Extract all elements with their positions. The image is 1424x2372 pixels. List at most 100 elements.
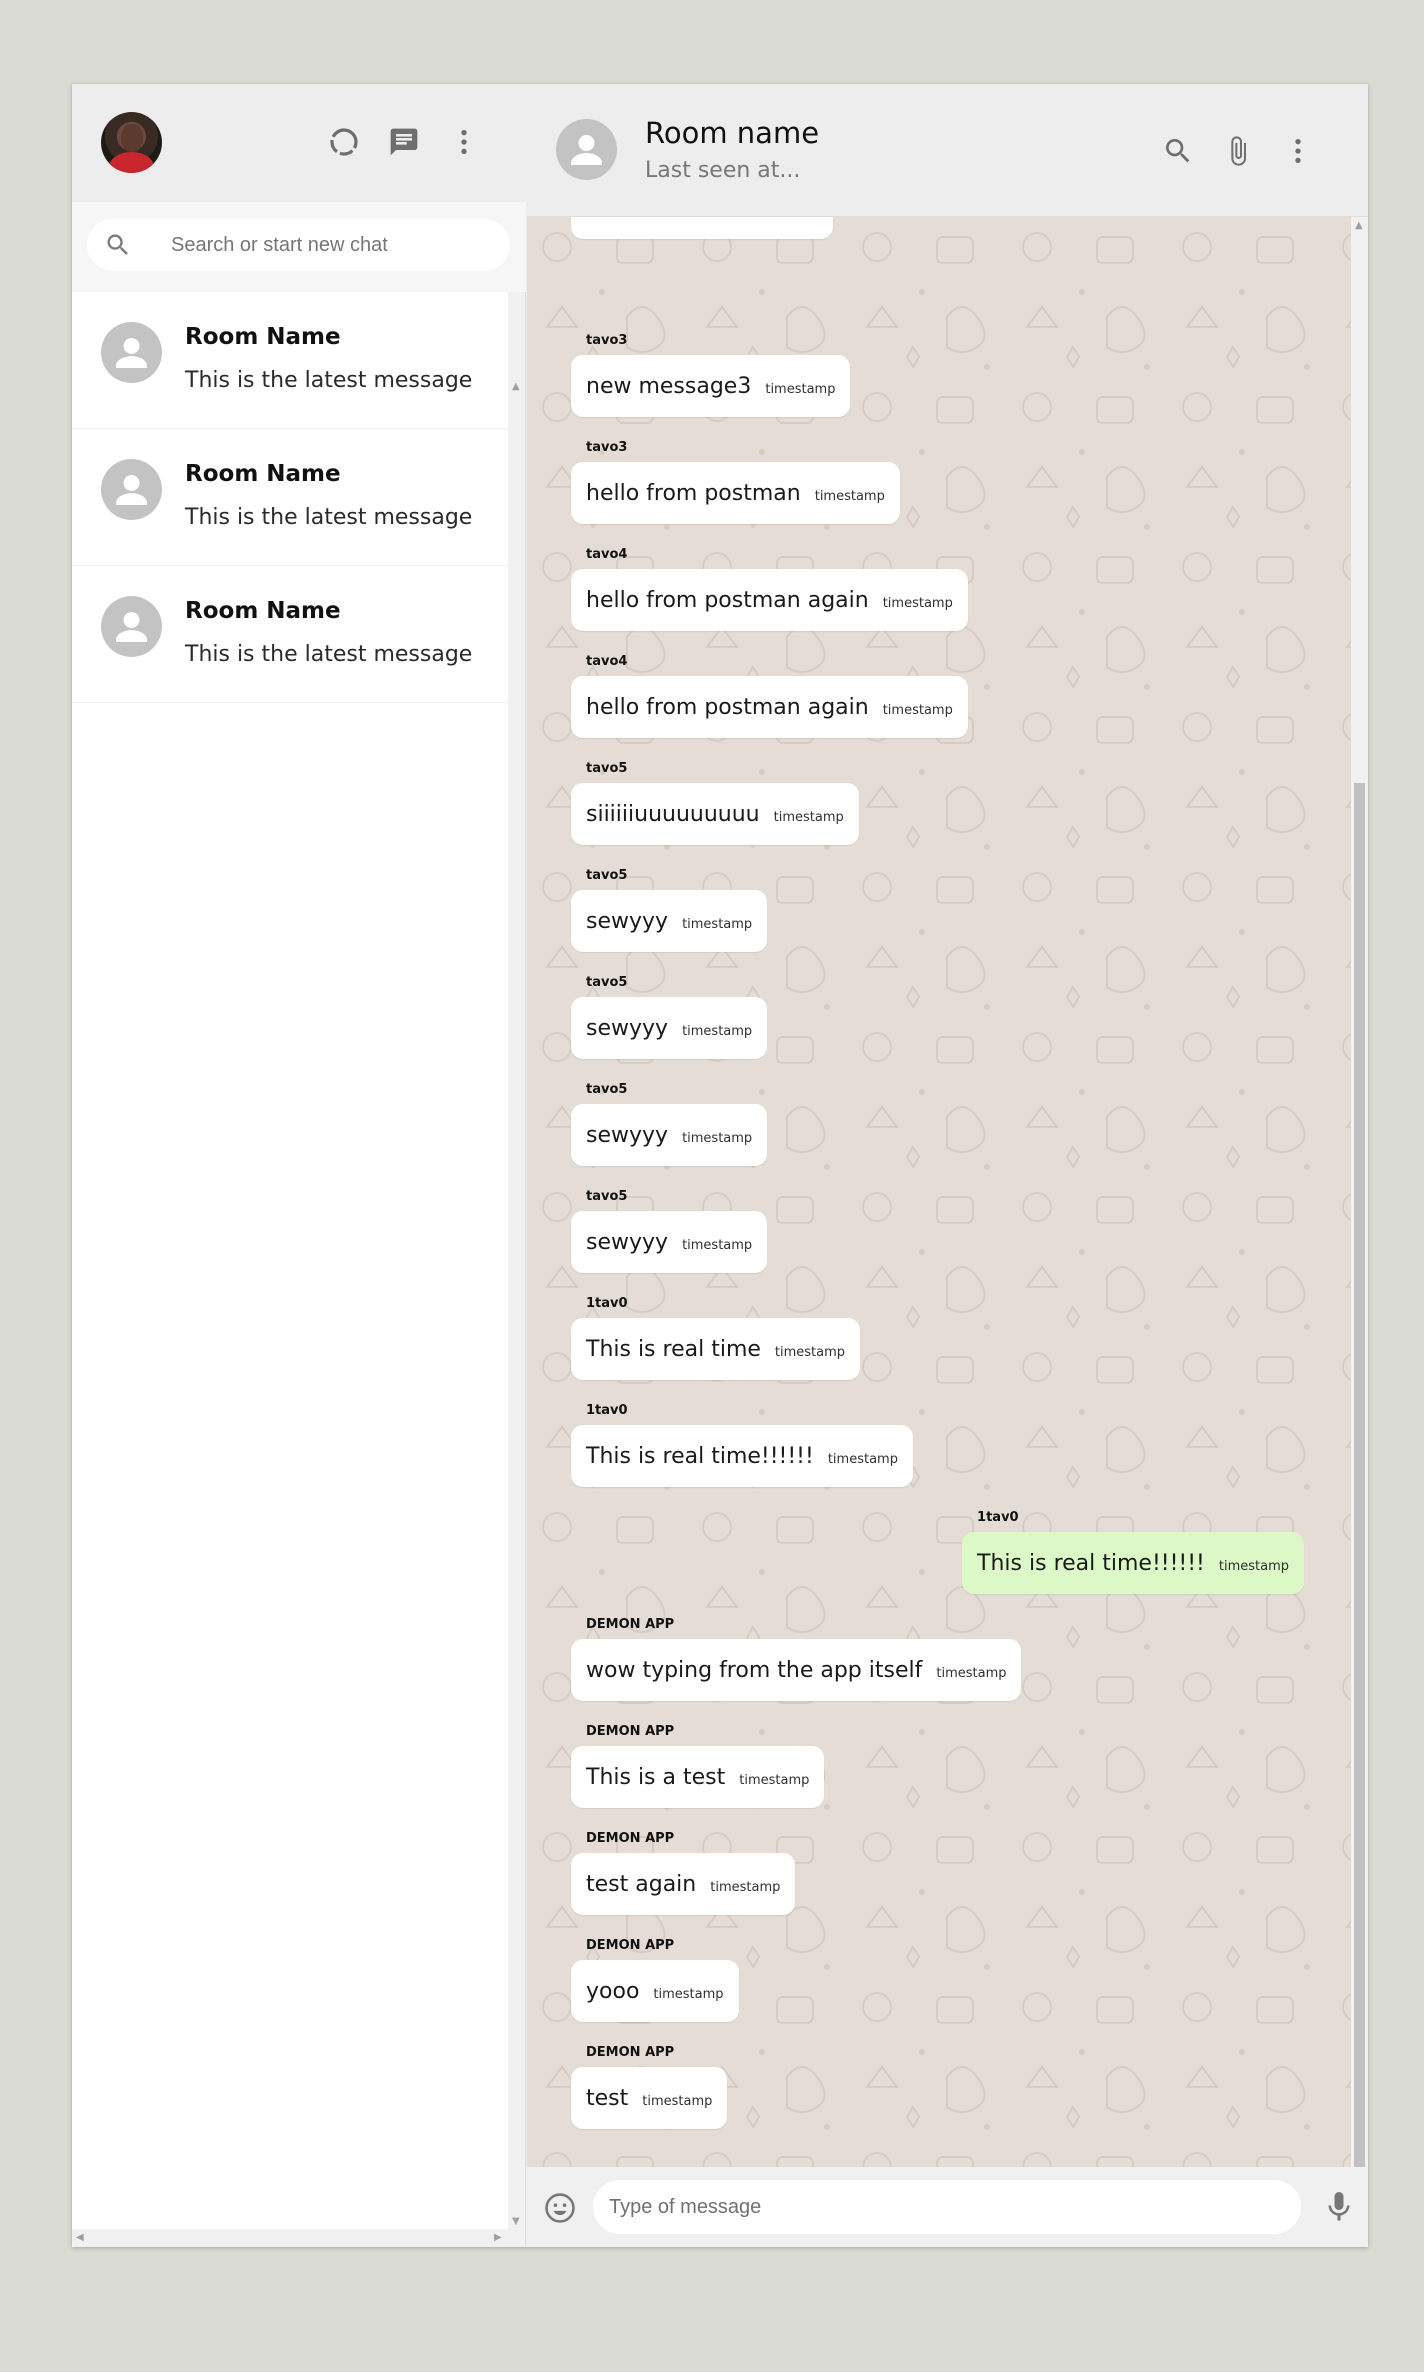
message-bubble: 1tav0 This is real time timestamp xyxy=(571,1296,861,1380)
message-bubble: DEMON APP test timestamp xyxy=(571,2045,728,2129)
chat-list-item[interactable]: Room Name This is the latest message xyxy=(72,566,508,703)
last-seen: Last seen at... xyxy=(645,158,801,183)
room-avatar[interactable] xyxy=(556,119,617,180)
message-input-container[interactable] xyxy=(593,2180,1301,2234)
chat-header: Room name Last seen at... xyxy=(527,84,1368,217)
chat-name: Room Name xyxy=(185,461,341,487)
message-text: sewyyy xyxy=(586,1229,669,1255)
message-timestamp: timestamp xyxy=(774,1344,846,1360)
message-bubble: tavo3 new message3 timestamp xyxy=(571,333,851,417)
chat-body[interactable]: tavo3 new message3 timestamp tavo3 hello… xyxy=(527,217,1351,2217)
message-sender: DEMON APP xyxy=(586,1617,675,1632)
message-sender: tavo3 xyxy=(586,333,628,348)
message-text: hello from postman again xyxy=(586,694,869,720)
message-bubble: tavo5 siiiiiiuuuuuuuuu timestamp xyxy=(571,761,859,845)
message-text: sewyyy xyxy=(586,1015,669,1041)
chat-icon[interactable] xyxy=(386,124,422,160)
message-text: new message3 xyxy=(586,373,752,399)
avatar xyxy=(101,596,162,657)
message-text: This is real time!!!!!! xyxy=(977,1550,1205,1576)
message-bubble: DEMON APP wow typing from the app itself… xyxy=(571,1617,1022,1701)
avatar xyxy=(101,322,162,383)
search-container[interactable] xyxy=(87,219,510,271)
message-bubble: tavo4 hello from postman again timestamp xyxy=(571,654,968,738)
message-text: hello from postman xyxy=(586,480,801,506)
chat-list: Room Name This is the latest message Roo… xyxy=(72,292,508,703)
message-timestamp: timestamp xyxy=(882,702,953,718)
message-bubble: DEMON APP This is a test timestamp xyxy=(571,1724,825,1808)
chat-last-message: This is the latest message xyxy=(185,368,473,393)
message-timestamp: timestamp xyxy=(1218,1558,1289,1574)
room-title: Room name xyxy=(645,116,820,150)
sidebar: Room Name This is the latest message Roo… xyxy=(72,84,526,2247)
message-sender: 1tav0 xyxy=(977,1510,1019,1525)
message-bubble: 1tav0 This is real time!!!!!! timestamp xyxy=(571,1403,913,1487)
more-vert-icon[interactable] xyxy=(1279,132,1317,170)
message-bubble: tavo5 sewyyy timestamp xyxy=(571,868,768,952)
avatar xyxy=(101,459,162,520)
chat-list-item[interactable]: Room Name This is the latest message xyxy=(72,292,508,429)
message-sender: 1tav0 xyxy=(586,1296,628,1311)
message-timestamp: timestamp xyxy=(827,1451,898,1467)
message-timestamp: timestamp xyxy=(773,809,844,825)
message-text: sewyyy xyxy=(586,1122,669,1148)
search-icon[interactable] xyxy=(1159,132,1197,170)
message-sender: tavo5 xyxy=(586,1189,628,1204)
chat-name: Room Name xyxy=(185,324,341,350)
message-timestamp: timestamp xyxy=(936,1665,1007,1681)
message-bubble-own: 1tav0 This is real time!!!!!! timestamp xyxy=(962,1510,1304,1594)
message-sender: tavo5 xyxy=(586,761,628,776)
message-sender: tavo5 xyxy=(586,1082,628,1097)
message-sender: 1tav0 xyxy=(586,1403,628,1418)
message-bubble: tavo5 sewyyy timestamp xyxy=(571,1189,768,1273)
message-text: sewyyy xyxy=(586,908,669,934)
chat-footer xyxy=(527,2167,1368,2247)
message-bubble: DEMON APP yooo timestamp xyxy=(571,1938,739,2022)
message-timestamp: timestamp xyxy=(682,1237,753,1253)
message-bubble: tavo5 sewyyy timestamp xyxy=(571,975,768,1059)
message-timestamp: timestamp xyxy=(882,595,953,611)
user-avatar[interactable] xyxy=(101,112,162,173)
message-text: This is a test xyxy=(586,1764,726,1790)
message-timestamp: timestamp xyxy=(710,1879,781,1895)
chat-vertical-scrollbar[interactable]: ▲ ▼ xyxy=(1351,217,1368,2216)
message-sender: DEMON APP xyxy=(586,1938,675,1953)
message-bubble-cutoff xyxy=(571,217,833,239)
message-bubble: tavo3 hello from postman timestamp xyxy=(571,440,900,524)
status-icon[interactable] xyxy=(326,124,362,160)
search-input[interactable] xyxy=(171,229,491,261)
sidebar-horizontal-scrollbar[interactable]: ◀ ▶ xyxy=(72,2229,508,2247)
message-text: wow typing from the app itself xyxy=(586,1657,923,1683)
message-text: test xyxy=(586,2085,629,2111)
message-text: siiiiiiuuuuuuuuu xyxy=(586,801,760,827)
more-vert-icon[interactable] xyxy=(446,124,482,160)
message-sender: tavo5 xyxy=(586,975,628,990)
message-text: This is real time xyxy=(586,1336,761,1362)
message-timestamp: timestamp xyxy=(682,916,753,932)
scrollbar-thumb[interactable] xyxy=(1354,783,1365,2196)
message-timestamp: timestamp xyxy=(653,1986,724,2002)
message-sender: DEMON APP xyxy=(586,1831,675,1846)
mic-icon[interactable] xyxy=(1321,2189,1357,2225)
message-timestamp: timestamp xyxy=(682,1130,753,1146)
message-sender: tavo4 xyxy=(586,547,628,562)
message-sender: DEMON APP xyxy=(586,1724,675,1739)
chat-last-message: This is the latest message xyxy=(185,505,473,530)
attach-icon[interactable] xyxy=(1219,132,1257,170)
message-timestamp: timestamp xyxy=(814,488,885,504)
search-bar xyxy=(72,202,526,292)
sidebar-vertical-scrollbar[interactable]: ▲ ▼ xyxy=(508,292,525,2247)
search-icon xyxy=(107,234,128,255)
chat-name: Room Name xyxy=(185,598,341,624)
emoji-icon[interactable] xyxy=(543,2191,577,2225)
sidebar-header xyxy=(72,84,526,202)
message-sender: tavo3 xyxy=(586,440,628,455)
message-text: yooo xyxy=(586,1978,640,2004)
message-text: test again xyxy=(586,1871,697,1897)
message-timestamp: timestamp xyxy=(682,1023,753,1039)
chat-list-item[interactable]: Room Name This is the latest message xyxy=(72,429,508,566)
chat-last-message: This is the latest message xyxy=(185,642,473,667)
message-text: hello from postman again xyxy=(586,587,869,613)
message-input[interactable] xyxy=(609,2192,1279,2222)
message-timestamp: timestamp xyxy=(739,1772,810,1788)
